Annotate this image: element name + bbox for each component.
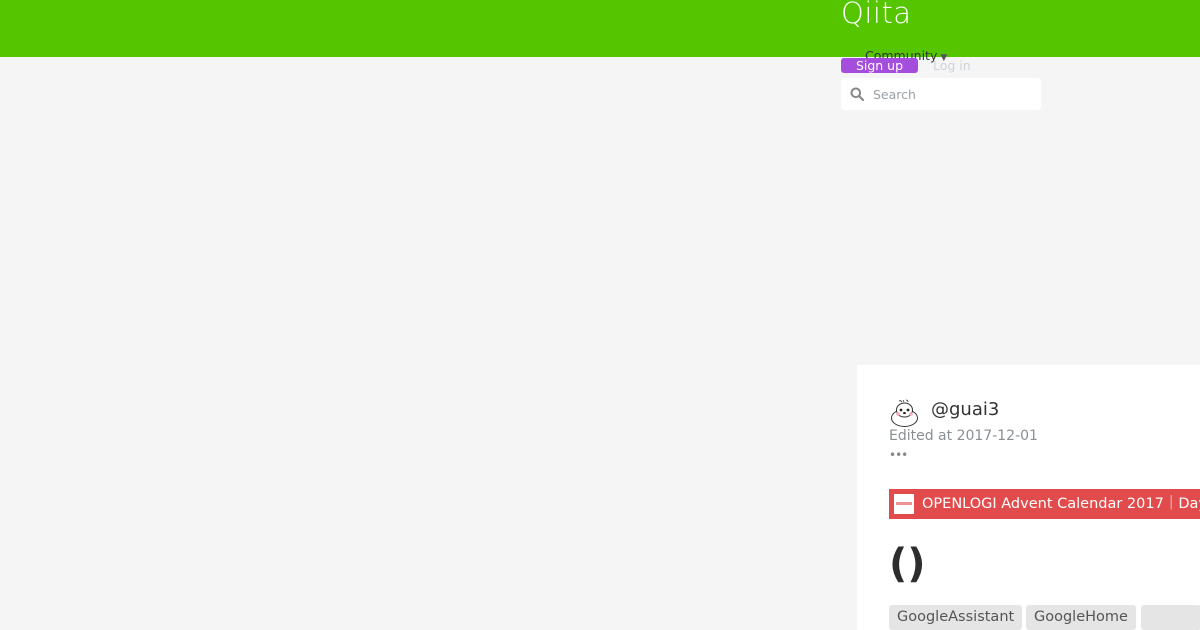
signup-button[interactable]: Sign up — [841, 58, 918, 73]
author-username[interactable]: @guai3 — [931, 399, 999, 421]
top-nav-bar — [0, 0, 1200, 57]
tag-googlehome[interactable]: GoogleHome — [1026, 605, 1136, 630]
article-card: @guai3 Edited at 2017-12-01 ••• OPENLOGI… — [857, 365, 1200, 630]
search-input[interactable] — [873, 78, 1033, 110]
edited-timestamp: Edited at 2017-12-01 — [889, 428, 1038, 444]
qiita-logo[interactable]: Qiita — [841, 0, 912, 30]
login-link[interactable]: Log in — [933, 58, 971, 73]
openlogi-logo — [894, 494, 914, 514]
advent-calendar-banner[interactable]: OPENLOGI Advent Calendar 2017｜Day — [889, 489, 1200, 519]
avatar[interactable] — [889, 399, 920, 427]
more-options-icon[interactable]: ••• — [889, 449, 908, 461]
search-icon — [850, 87, 864, 101]
tag-googleassistant[interactable]: GoogleAssistant — [889, 605, 1023, 630]
search-box[interactable] — [841, 78, 1041, 110]
advent-calendar-label: OPENLOGI Advent Calendar 2017｜Day — [922, 496, 1200, 512]
article-title: () — [889, 541, 926, 587]
tag-partial[interactable] — [1141, 605, 1200, 630]
